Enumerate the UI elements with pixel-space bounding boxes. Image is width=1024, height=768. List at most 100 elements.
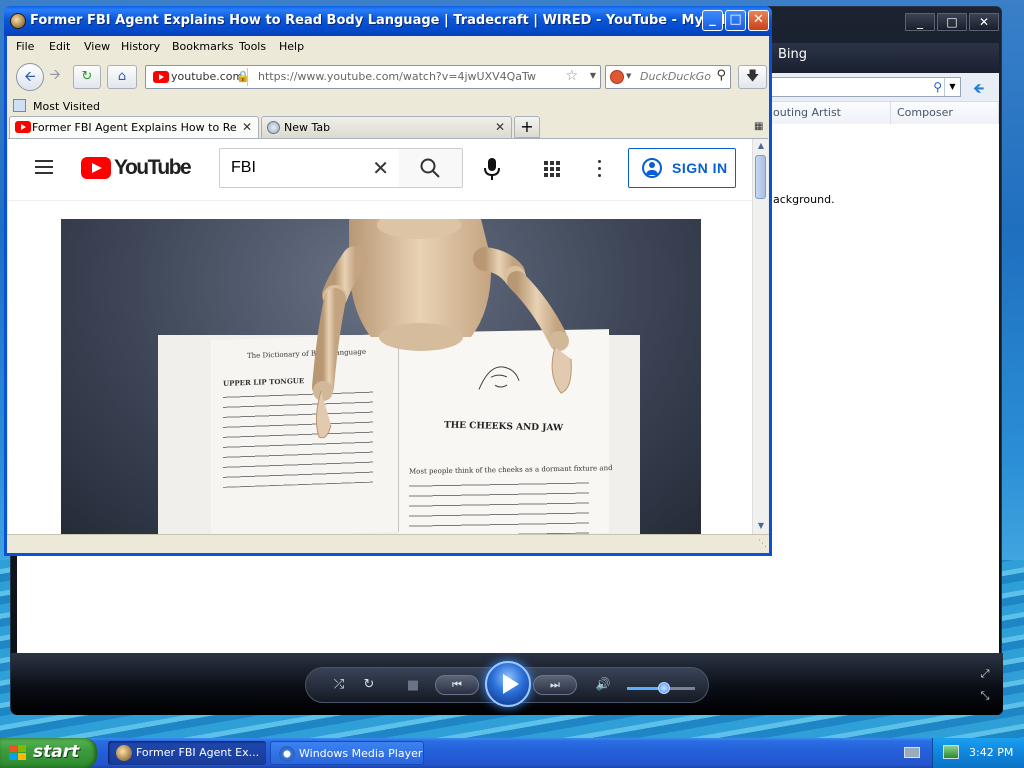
search-bar[interactable]: ▼ DuckDuckGo ⚲ xyxy=(605,65,731,89)
start-button[interactable]: start xyxy=(0,738,97,768)
search-query[interactable]: FBI xyxy=(231,159,256,177)
folder-icon xyxy=(13,99,26,112)
window-title: Former FBI Agent Explains How to Read Bo… xyxy=(30,13,726,28)
taskbar-item-label: Former FBI Agent Ex... xyxy=(136,746,260,759)
tab-youtube[interactable]: Former FBI Agent Explains How to Read ..… xyxy=(9,116,259,138)
bookmark-most-visited[interactable]: Most Visited xyxy=(33,100,100,113)
close-icon[interactable]: ✕ xyxy=(495,120,505,134)
taskbar: start Former FBI Agent Ex... Windows Med… xyxy=(0,738,1024,768)
menu-view[interactable]: View xyxy=(84,40,110,53)
column-header-contributing-artist[interactable]: outing Artist xyxy=(767,102,891,124)
search-icon[interactable]: ⚲ xyxy=(716,68,726,83)
youtube-wordmark[interactable]: YouTube xyxy=(114,156,192,180)
menu-help[interactable]: Help xyxy=(279,40,304,53)
menu-icon[interactable] xyxy=(35,160,53,174)
new-tab-button[interactable]: + xyxy=(514,116,540,138)
menu-edit[interactable]: Edit xyxy=(49,40,70,53)
tab-strip: Former FBI Agent Explains How to Read ..… xyxy=(7,116,769,138)
menu-tools[interactable]: Tools xyxy=(239,40,266,53)
taskbar-item-label: Windows Media Player xyxy=(299,747,423,760)
wmp-controls: ⤮ ↻ ■ ⏮ ⏭ 🔊 ⤢ ⤡ xyxy=(11,653,1003,715)
url-text[interactable]: https://www.youtube.com/watch?v=4jwUXV4Q… xyxy=(258,70,536,83)
windows-flag-icon xyxy=(9,745,27,761)
tab-groups-icon[interactable]: ▦ xyxy=(754,121,764,132)
lock-icon[interactable]: 🔒 xyxy=(236,70,250,83)
wmp-close-button[interactable]: ✕ xyxy=(969,13,999,31)
more-options-icon[interactable] xyxy=(598,160,602,178)
site-domain: youtube.com xyxy=(171,70,244,83)
url-bar[interactable]: youtube.com 🔒 https://www.youtube.com/wa… xyxy=(145,65,601,89)
youtube-favicon-icon xyxy=(15,121,31,133)
scrollbar-thumb[interactable] xyxy=(755,155,766,199)
back-arrow-icon[interactable]: 🡨 xyxy=(16,63,44,91)
microphone-icon[interactable] xyxy=(482,156,502,182)
media-player-icon xyxy=(279,746,295,762)
tab-label: New Tab xyxy=(284,121,331,134)
site-identity-badge[interactable]: youtube.com xyxy=(149,68,249,86)
chevron-down-icon[interactable]: ▼ xyxy=(944,78,960,96)
stop-button[interactable]: ■ xyxy=(403,678,423,693)
account-icon xyxy=(642,158,662,178)
close-button[interactable]: ✕ xyxy=(748,10,769,31)
keyboard-icon[interactable] xyxy=(904,747,920,758)
youtube-search-input[interactable]: FBI ✕ xyxy=(219,148,400,188)
youtube-favicon-icon xyxy=(153,71,169,83)
resize-grip-icon[interactable]: ⋱ xyxy=(758,539,767,549)
sign-in-button[interactable]: SIGN IN xyxy=(628,148,736,188)
menu-file[interactable]: File xyxy=(16,40,34,53)
search-icon[interactable]: ⚲ xyxy=(933,80,942,94)
repeat-icon[interactable]: ↻ xyxy=(359,677,379,692)
vertical-scrollbar[interactable]: ▲ ▼ xyxy=(752,139,768,534)
column-header-composer[interactable]: Composer xyxy=(891,102,999,124)
minimize-button[interactable]: _ xyxy=(702,10,723,31)
reload-icon[interactable]: ↻ xyxy=(73,65,101,89)
download-icon[interactable]: 🡇 xyxy=(738,65,767,89)
mute-button[interactable]: 🔊 xyxy=(593,677,613,691)
maximize-button[interactable]: □ xyxy=(725,10,746,31)
bookmarks-toolbar: Most Visited xyxy=(7,96,769,116)
search-placeholder: DuckDuckGo xyxy=(640,70,711,83)
browser-titlebar[interactable]: Former FBI Agent Explains How to Read Bo… xyxy=(4,6,772,36)
previous-button[interactable]: ⏮ xyxy=(435,675,479,695)
tab-new-tab[interactable]: New Tab ✕ xyxy=(261,116,512,138)
play-button[interactable] xyxy=(485,661,531,707)
video-player[interactable]: The Dictionary of Body Language UPPER LI… xyxy=(61,219,701,534)
duckduckgo-icon[interactable] xyxy=(610,70,624,84)
clear-icon[interactable]: ✕ xyxy=(372,156,389,180)
close-icon[interactable]: ✕ xyxy=(242,120,252,134)
chevron-down-icon[interactable]: ▼ xyxy=(590,71,596,80)
wooden-mannequin xyxy=(312,219,572,439)
fullscreen-icon[interactable]: ⤢ xyxy=(977,667,993,681)
navigation-toolbar: 🡨 🡪 ↻ ⌂ youtube.com 🔒 https://www.youtub… xyxy=(7,60,769,94)
network-icon[interactable] xyxy=(943,745,959,759)
wmp-nav-bing[interactable]: Bing xyxy=(778,47,807,62)
taskbar-item-browser[interactable]: Former FBI Agent Ex... xyxy=(108,741,266,765)
volume-slider[interactable] xyxy=(627,682,695,694)
menu-history[interactable]: History xyxy=(121,40,160,53)
clock[interactable]: 3:42 PM xyxy=(969,746,1013,759)
wmp-search-input[interactable]: ⚲ ▼ xyxy=(769,77,961,97)
youtube-search-button[interactable] xyxy=(399,148,463,188)
wmp-maximize-button[interactable]: □ xyxy=(937,13,967,31)
apps-grid-icon[interactable] xyxy=(544,161,560,177)
wmp-partial-text: ackground. xyxy=(773,193,835,206)
bookmark-star-icon[interactable]: ☆ xyxy=(565,68,578,84)
youtube-header: YouTube FBI ✕ SIGN IN xyxy=(8,139,752,201)
menu-bookmarks[interactable]: Bookmarks xyxy=(172,40,233,53)
chevron-down-icon[interactable]: ▼ xyxy=(626,72,631,80)
home-icon[interactable]: ⌂ xyxy=(107,65,137,89)
forward-arrow-icon[interactable]: 🡪 xyxy=(44,65,66,87)
mypal-app-icon xyxy=(116,745,132,761)
scroll-down-icon[interactable]: ▼ xyxy=(755,521,767,530)
start-label: start xyxy=(33,742,80,762)
shuffle-icon[interactable]: ⤮ xyxy=(329,677,349,692)
switch-view-icon[interactable]: ⤡ xyxy=(977,689,993,703)
taskbar-item-media-player[interactable]: Windows Media Player xyxy=(270,741,424,765)
back-arrow-icon[interactable]: 🡸 xyxy=(973,78,984,102)
next-button[interactable]: ⏭ xyxy=(533,675,577,695)
youtube-logo-icon[interactable] xyxy=(81,157,111,179)
scroll-up-icon[interactable]: ▲ xyxy=(755,141,767,150)
play-icon xyxy=(503,674,519,694)
mypal-app-icon[interactable] xyxy=(10,13,26,29)
wmp-minimize-button[interactable]: _ xyxy=(905,13,935,31)
